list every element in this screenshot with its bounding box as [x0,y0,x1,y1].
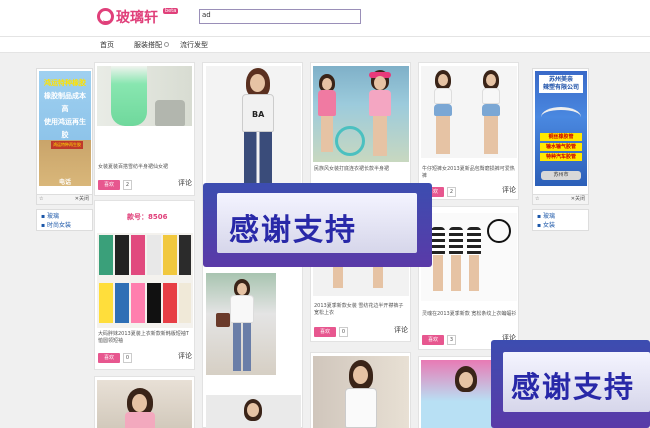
like-button[interactable]: 喜欢 [98,353,120,363]
dropdown-indicator-icon [164,42,169,47]
like-button[interactable]: 喜欢 [314,327,336,337]
like-button[interactable]: 喜欢 [422,335,444,345]
product-card[interactable]: 款号：8506 大码胖妹2013夏装上衣新款新韩版短袖T恤圆领短袖 喜欢 0 评… [94,200,195,370]
right-side-links: ▪ 玻璃 ▪ 女装 [532,209,589,231]
product-photo[interactable] [206,395,301,428]
product-photo[interactable] [313,356,409,428]
logo-text: 玻璃轩 [116,10,158,26]
left-link-2[interactable]: ▪ 时尚女装 [41,221,88,230]
product-description[interactable]: 民族风女装打底连衣裙长款半身裙 [314,166,409,173]
thanks-text: 感谢支持 [229,213,357,248]
product-description[interactable]: 牛仔短裤女2013夏新品包臀磨损裤可爱热裤 [422,166,517,180]
right-ad-close-button[interactable]: ✕关闭 [571,195,585,204]
product-description[interactable]: 灵魂在2013夏季新款 宽松条纹上衣蝙蝠衫 [422,311,517,318]
product-description[interactable]: 大码胖妹2013夏装上衣新款新韩版短袖T恤圆领短袖 [98,331,193,345]
right-ad-title-2: 辣塑有限公司 [542,84,579,91]
product-photo[interactable] [97,233,193,328]
logo-smile-icon [97,8,114,25]
comment-link[interactable]: 评论 [178,178,192,188]
left-ad-line-1: 鸿运特种橡胶 [44,79,86,87]
nav-item-outfits[interactable]: 服装搭配 [134,40,169,50]
product-photo[interactable] [97,66,192,126]
logo-beta-badge: beta [163,8,179,14]
nav-item-hairstyle[interactable]: 流行发型 [180,40,208,50]
comment-link[interactable]: 评论 [394,325,408,335]
like-count: 0 [339,327,348,337]
product-card[interactable]: 灵魂在2013夏季新款 宽松条纹上衣蝙蝠衫 喜欢 3 评论 [418,206,519,350]
site-logo[interactable]: 玻璃轩 beta [97,7,179,29]
right-link-2[interactable]: ▪ 女装 [537,221,584,230]
like-count: 2 [447,187,456,197]
right-ad-line-1: 铜丝橡胶管 [540,133,582,141]
product-photo[interactable] [421,66,517,158]
product-label: 款号：8506 [127,213,168,221]
left-ad-footer: ☆ ✕关闭 [37,194,92,204]
product-card[interactable]: 民族风女装打底连衣裙长款半身裙 [310,62,411,190]
left-ad-banner[interactable]: 鸿运特种橡胶 橡胶制品成本高 使用鸿运再生胶 电话13831892660 鸿运特… [39,71,91,199]
product-card[interactable] [310,352,411,428]
thanks-text: 感谢支持 [511,370,636,404]
right-ad-banner[interactable]: 苏州美亲 辣塑有限公司 铜丝橡胶管 输水输气胶管 特种汽车胶管 苏州市 [535,71,587,186]
left-link-1-label: 玻璃 [46,213,59,220]
thanks-banner: 感谢支持 [217,193,417,253]
right-ad-panel: 苏州美亲 辣塑有限公司 铜丝橡胶管 输水输气胶管 特种汽车胶管 苏州市 ☆ ✕关… [532,68,589,205]
left-ad-close-button[interactable]: ✕关闭 [75,195,89,204]
main-nav: 首页 服装搭配 流行发型 [0,36,650,53]
right-link-1-label: 玻璃 [542,213,555,220]
left-ad-close-label: 关闭 [78,196,89,202]
product-description[interactable]: 女装夏装百搭雪纺半身裙仙女裙 [98,164,193,171]
like-count: 0 [123,353,132,363]
right-ad-title: 苏州美亲 辣塑有限公司 [539,75,583,93]
product-photo[interactable]: BA [206,66,301,186]
left-ad-panel: 鸿运特种橡胶 橡胶制品成本高 使用鸿运再生胶 电话13831892660 鸿运特… [36,68,93,205]
left-link-1[interactable]: ▪ 玻璃 [41,212,88,221]
left-ad-text: 鸿运特种橡胶 橡胶制品成本高 使用鸿运再生胶 电话13831892660 [41,77,89,202]
right-link-2-label: 女装 [542,222,555,229]
left-ad-stamp: 鸿运特种再生胶 [51,141,83,149]
thanks-overlay[interactable]: 感谢支持 [491,340,650,428]
favorite-star-icon[interactable]: ☆ [39,196,43,202]
right-ad-caption: 苏州市 [541,171,581,180]
right-ad-close-label: 关闭 [574,196,585,202]
search-input[interactable]: ad [199,9,361,24]
nav-item-home[interactable]: 首页 [100,40,114,50]
product-photo[interactable] [97,380,192,428]
nav-item-outfits-label: 服装搭配 [134,41,162,49]
left-link-2-label: 时尚女装 [46,222,71,229]
right-ad-line-2: 输水输气胶管 [540,143,582,151]
like-count: 3 [447,335,456,345]
site-header: 玻璃轩 beta ad [0,0,650,36]
product-description[interactable]: 2013夏季新款女装 雪纺花边半开襟裤子 宽松上衣 [314,303,409,317]
favorite-star-icon[interactable]: ☆ [535,196,539,202]
right-ad-title-1: 苏州美亲 [548,76,573,83]
right-link-1[interactable]: ▪ 玻璃 [537,212,584,221]
left-ad-line-3: 使用鸿运再生胶 [44,118,86,139]
right-ad-footer: ☆ ✕关闭 [533,194,588,204]
product-card[interactable] [94,376,195,428]
like-count: 2 [123,180,132,190]
product-card[interactable]: 女装夏装百搭雪纺半身裙仙女裙 喜欢 2 评论 [94,62,195,196]
comment-link[interactable]: 评论 [178,351,192,361]
like-button[interactable]: 喜欢 [98,180,120,190]
comment-link[interactable]: 评论 [502,185,516,195]
product-photo[interactable] [313,66,409,162]
thanks-overlay[interactable]: 感谢支持 [203,183,432,267]
product-card[interactable]: 牛仔短裤女2013夏新品包臀磨损裤可爱热裤 喜欢 2 评论 [418,62,519,200]
thanks-banner: 感谢支持 [503,352,650,412]
product-photo[interactable] [421,213,517,301]
left-ad-line-2: 橡胶制品成本高 [44,92,86,113]
bridge-graphic [541,107,581,127]
left-side-links: ▪ 玻璃 ▪ 时尚女装 [36,209,93,231]
product-photo[interactable] [206,273,276,375]
right-ad-line-3: 特种汽车胶管 [540,153,582,161]
